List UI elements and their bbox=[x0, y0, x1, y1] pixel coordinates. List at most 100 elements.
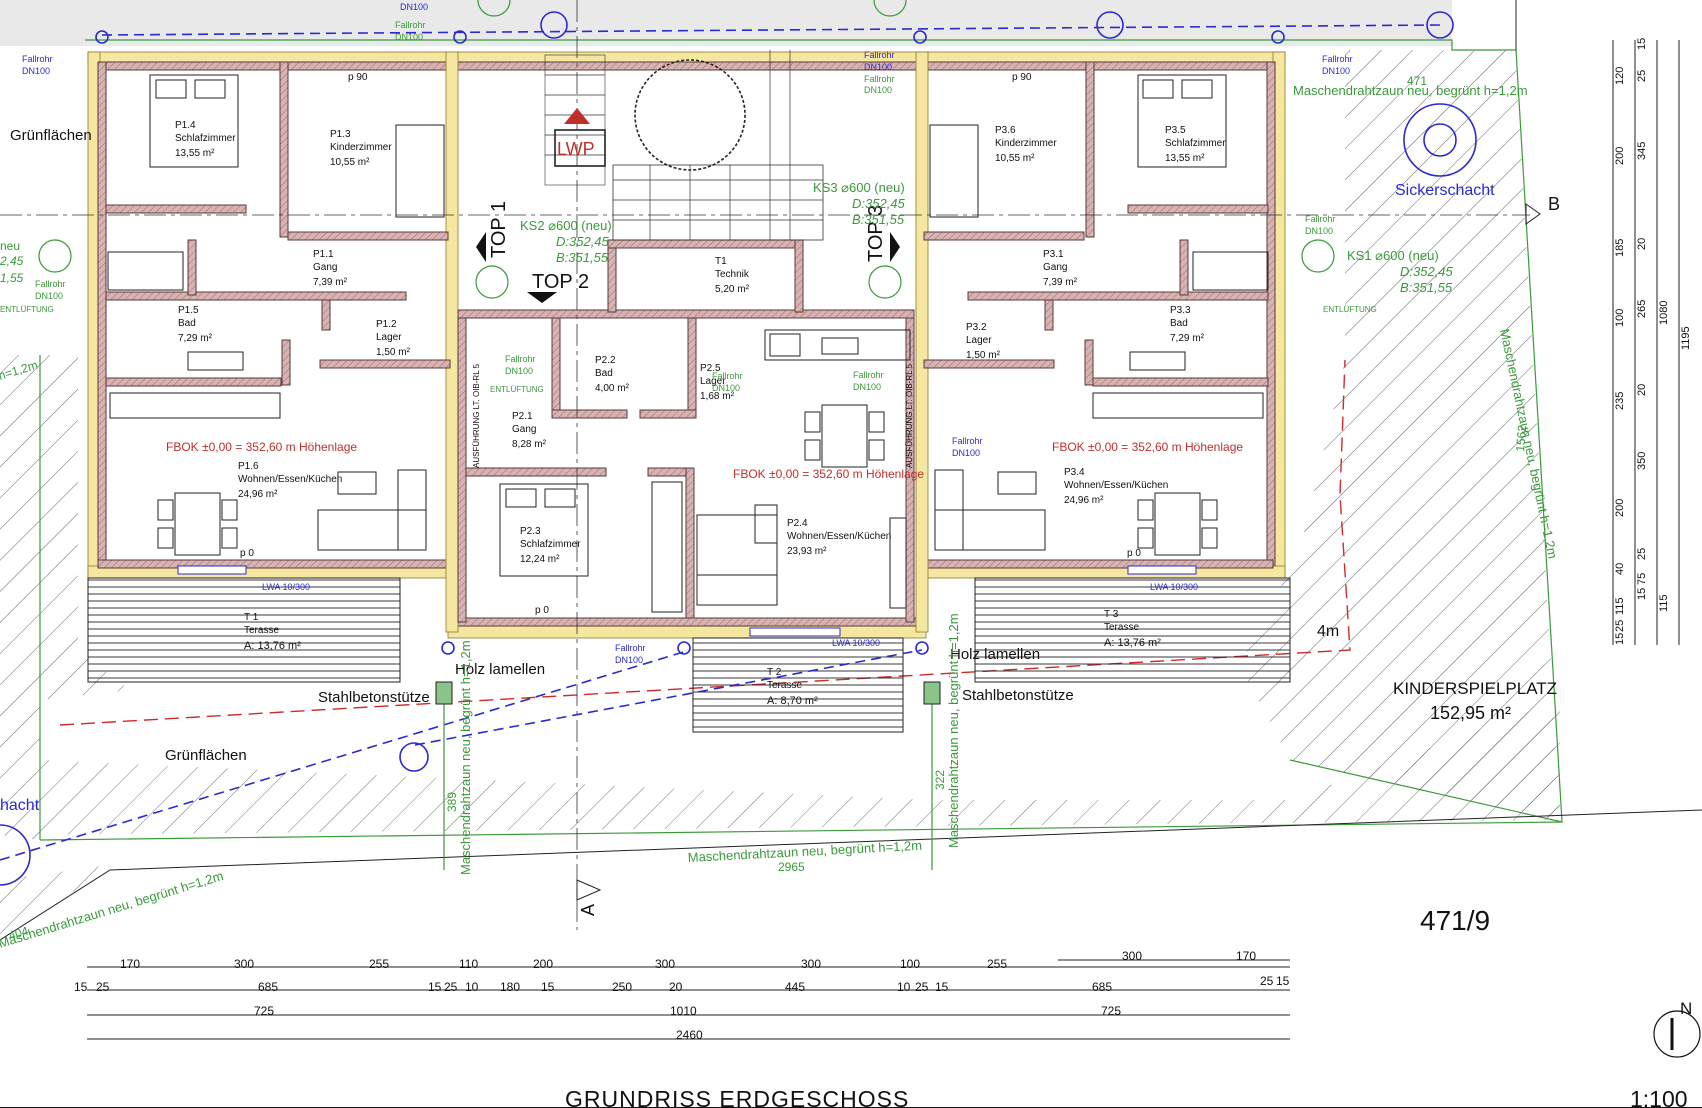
dim-right-1195: 1195 bbox=[1680, 326, 1692, 350]
room-p1-3-id: P1.3 bbox=[330, 129, 351, 140]
floor-plan: TOP 1 TOP 2 TOP 3 B A P1.4 Schlafzimmer … bbox=[0, 0, 1702, 1108]
len-1562: 1562 bbox=[1513, 424, 1529, 452]
room-p1-4-name: Schlafzimmer bbox=[175, 133, 236, 144]
room-p3-6-id: P3.6 bbox=[995, 125, 1016, 136]
ks1-b: B:351,55 bbox=[1400, 280, 1453, 295]
room-p3-4-area: 24,96 m² bbox=[1064, 495, 1104, 506]
room-p1-3-name: Kinderzimmer bbox=[330, 142, 392, 153]
room-labels: P1.4 Schlafzimmer 13,55 m² P1.3 Kinderzi… bbox=[175, 120, 1226, 565]
dim-r1-0: 170 bbox=[120, 957, 140, 971]
room-p2-1-id: P2.1 bbox=[512, 411, 533, 422]
dn100-3: DN100 bbox=[864, 62, 892, 72]
dim-right-4: 345 bbox=[1636, 142, 1648, 160]
dim-r2-5: 10 bbox=[465, 980, 479, 994]
section-b-label: B bbox=[1548, 194, 1560, 214]
dn100-10: DN100 bbox=[952, 448, 980, 458]
terrace-t3-area: A: 13,76 m² bbox=[1104, 637, 1161, 649]
fallrohr-11: Fallrohr bbox=[615, 643, 646, 653]
dim-right-3: 200 bbox=[1614, 147, 1626, 165]
tree-symbol bbox=[634, 59, 746, 171]
drawing-scale: 1:100 bbox=[1630, 1086, 1688, 1108]
left-245: 2,45 bbox=[0, 254, 24, 268]
stahlbeton-left: Stahlbetonstütze bbox=[318, 689, 430, 706]
gruenflaechen-label-2: Grünflächen bbox=[165, 747, 247, 764]
north-arrow: N bbox=[1653, 999, 1701, 1058]
room-p2-3-id: P2.3 bbox=[520, 526, 541, 537]
room-p1-4-area: 13,55 m² bbox=[175, 148, 215, 159]
sickerschacht-label-left: hacht bbox=[0, 797, 40, 814]
dim-right-8: 100 bbox=[1614, 309, 1626, 327]
ks3-b: B:351,55 bbox=[852, 212, 905, 227]
dim-right-1080: 1080 bbox=[1658, 301, 1670, 325]
dim-r2-8: 250 bbox=[612, 980, 632, 994]
dn100-1: DN100 bbox=[22, 66, 50, 76]
dim-r2-14: 685 bbox=[1092, 980, 1112, 994]
stahlbeton-right: Stahlbetonstütze bbox=[962, 687, 1074, 704]
room-p2-4-id: P2.4 bbox=[787, 518, 808, 529]
dim-r1-10: 170 bbox=[1236, 949, 1256, 963]
dim-r1-6: 300 bbox=[801, 957, 821, 971]
zaun-top: Maschendrahtzaun neu, begrünt h=1,2m bbox=[1293, 83, 1528, 98]
room-p3-3-id: P3.3 bbox=[1170, 305, 1191, 316]
room-p2-2-name: Bad bbox=[595, 368, 613, 379]
len-389: 389 bbox=[445, 792, 459, 812]
room-p1-6-name: Wohnen/Essen/Küchen bbox=[238, 474, 342, 485]
dim-right-5: 20 bbox=[1636, 238, 1648, 250]
entlueftung-right: ENTLÜFTUNG bbox=[1323, 305, 1377, 314]
ks1-d: D:352,45 bbox=[1400, 264, 1454, 279]
room-p2-4-area: 23,93 m² bbox=[787, 546, 827, 557]
terrace-t1-area: A: 13,76 m² bbox=[244, 640, 301, 652]
zaun-v1: Maschendrahtzaun neu, begrünt h=1,2m bbox=[458, 640, 473, 875]
fallrohr-1: Fallrohr bbox=[22, 54, 53, 64]
fallrohr-5: Fallrohr bbox=[35, 279, 66, 289]
room-p3-5-area: 13,55 m² bbox=[1165, 153, 1205, 164]
lwp-label: LWP bbox=[557, 139, 595, 159]
unit-top2: TOP 2 bbox=[532, 271, 589, 293]
drain-point bbox=[677, 641, 691, 655]
dim-right-1: 25 bbox=[1636, 70, 1648, 82]
room-p2-2-area: 4,00 m² bbox=[595, 383, 630, 394]
room-p3-5-id: P3.5 bbox=[1165, 125, 1186, 136]
terrace-t3-id: T 3 bbox=[1104, 609, 1119, 620]
ks1-label: KS1 ⌀600 (neu) bbox=[1347, 248, 1439, 263]
p0-left: p 0 bbox=[240, 548, 254, 559]
fallrohr-7: Fallrohr bbox=[505, 354, 536, 364]
dim-r2-16: 15 bbox=[1276, 974, 1290, 988]
entlueftung-left: ENTLÜFTUNG bbox=[0, 305, 54, 314]
room-p2-1-area: 8,28 m² bbox=[512, 439, 547, 450]
room-p3-1-name: Gang bbox=[1043, 262, 1067, 273]
room-p1-5-name: Bad bbox=[178, 318, 196, 329]
fbok-label-middle: FBOK ±0,00 = 352,60 m Höhenlage bbox=[733, 467, 924, 481]
room-p3-1-area: 7,39 m² bbox=[1043, 277, 1078, 288]
room-p2-3-area: 12,24 m² bbox=[520, 554, 560, 565]
dim-r2-0: 15 bbox=[74, 980, 88, 994]
room-p1-5-area: 7,29 m² bbox=[178, 333, 213, 344]
dim-r2-1: 25 bbox=[96, 980, 110, 994]
fallrohr-3: Fallrohr bbox=[864, 50, 895, 60]
room-p1-2-area: 1,50 m² bbox=[376, 347, 411, 358]
room-p1-3-area: 10,55 m² bbox=[330, 157, 370, 168]
room-p3-6-name: Kinderzimmer bbox=[995, 138, 1057, 149]
dn100-6: DN100 bbox=[1305, 226, 1333, 236]
fallrohr-6: Fallrohr bbox=[1305, 214, 1336, 224]
dim-right-9: 20 bbox=[1636, 384, 1648, 396]
room-p1-2-id: P1.2 bbox=[376, 319, 397, 330]
dim-r2-10: 445 bbox=[785, 980, 805, 994]
dim-right-12: 200 bbox=[1614, 499, 1626, 517]
room-t1-name: Technik bbox=[715, 269, 750, 280]
dim-right-10: 235 bbox=[1614, 392, 1626, 410]
fallrohr-8: Fallrohr bbox=[853, 370, 884, 380]
room-p1-1-name: Gang bbox=[313, 262, 337, 273]
hatched-site-areas bbox=[0, 50, 1560, 945]
dim-r3-2: 725 bbox=[1101, 1004, 1121, 1018]
ks3-label: KS3 ⌀600 (neu) bbox=[813, 180, 905, 195]
dn100-7: DN100 bbox=[505, 366, 533, 376]
dim-right-115: 115 bbox=[1658, 594, 1670, 612]
left-neu: neu bbox=[0, 239, 20, 253]
dn100-4: DN100 bbox=[1322, 66, 1350, 76]
kinderspielplatz-label: KINDERSPIELPLATZ bbox=[1393, 679, 1557, 698]
dimension-chain-right: 15 25 120 200 345 20 185 265 100 20 235 … bbox=[1612, 38, 1692, 645]
dim-r1-7: 100 bbox=[900, 957, 920, 971]
entlueftung-middle: ENTLÜFTUNG bbox=[490, 385, 544, 394]
dim-right-19: 15 bbox=[1614, 633, 1626, 645]
